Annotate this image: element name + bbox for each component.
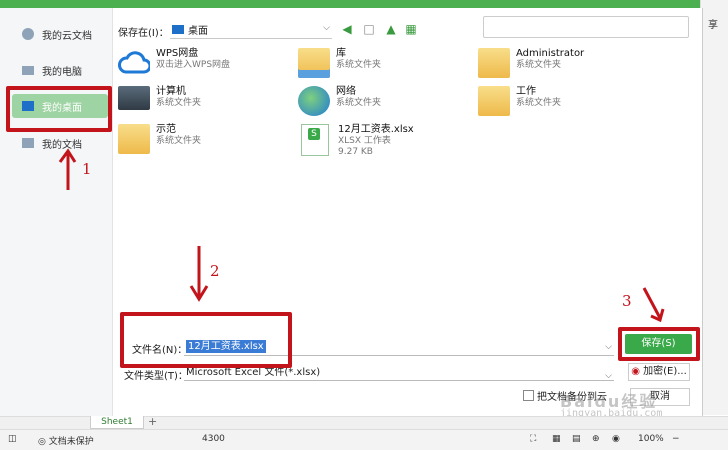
search-input[interactable] <box>483 16 689 38</box>
file-name: Administrator <box>516 48 585 59</box>
file-desc: 系统文件夹 <box>516 98 562 108</box>
cloud-doc-icon <box>22 28 34 40</box>
file-item-network[interactable]: 网络 系统文件夹 <box>298 86 381 116</box>
location-value: 桌面 <box>188 25 208 37</box>
file-name: WPS网盘 <box>156 48 199 59</box>
desktop-icon <box>172 24 184 34</box>
fullscreen-icon[interactable]: ⛶ <box>530 434 536 444</box>
add-sheet-icon[interactable]: + <box>148 415 157 428</box>
file-item-library[interactable]: 库系统文件夹 <box>298 48 381 78</box>
back-icon[interactable]: ◀ <box>340 22 354 36</box>
arrow-3-icon <box>642 287 665 323</box>
up-folder-icon[interactable]: ▲ <box>384 22 398 36</box>
share-label[interactable]: 享 <box>708 16 718 31</box>
zoom-out-icon[interactable]: − <box>672 434 680 444</box>
library-folder-icon <box>298 48 330 78</box>
highlight-filename <box>120 312 292 368</box>
spreadsheet-icon: S <box>301 124 329 156</box>
arrow-2-icon <box>189 246 209 302</box>
file-desc: 系统文件夹 <box>336 60 382 70</box>
folder-icon <box>118 124 150 154</box>
highlight-desktop <box>6 86 112 132</box>
encrypt-button[interactable]: ◉ 加密(E)... <box>628 363 690 381</box>
status-value: 4300 <box>202 434 225 444</box>
file-desc: 系统文件夹 <box>156 136 202 146</box>
chevron-down-icon: ⌵ <box>605 371 612 381</box>
annotation-number-1: 1 <box>82 160 92 178</box>
status-bar: ◫ ◎ 文档未保护 4300 ⛶ ▦ ▤ ⊕ ◉ 100% − <box>0 429 728 450</box>
view-menu-icon[interactable]: ▦ <box>404 22 418 36</box>
eye-icon[interactable]: ◉ <box>612 434 620 444</box>
network-icon <box>298 86 330 116</box>
shield-icon: ◎ <box>38 437 46 447</box>
file-desc: 系统文件夹 <box>516 60 562 70</box>
sheet-tab-sheet1[interactable]: Sheet1 <box>90 416 144 429</box>
file-item-administrator[interactable]: Administrator 系统文件夹 <box>478 48 584 78</box>
file-name: 工作 <box>516 86 536 97</box>
file-name: 网络 <box>336 86 356 97</box>
chevron-down-icon: ⌵ <box>323 23 330 33</box>
zoom-level[interactable]: 100% <box>638 434 664 444</box>
computer-icon <box>22 65 34 75</box>
encrypt-label: 加密(E)... <box>643 366 687 377</box>
file-desc: XLSX 工作表 <box>338 136 391 146</box>
file-name: 库 <box>336 48 346 59</box>
sidebar-item-label: 我的电脑 <box>42 66 82 78</box>
file-desc: 双击进入WPS网盘 <box>156 60 231 70</box>
file-size: 9.27 KB <box>338 147 373 157</box>
file-item-work[interactable]: 工作 系统文件夹 <box>478 86 561 116</box>
filetype-value: Microsoft Excel 文件(*.xlsx) <box>186 367 321 378</box>
document-icon <box>22 138 34 148</box>
file-item-salary-xlsx[interactable]: S 12月工资表.xlsx XLSX 工作表 9.27 KB <box>298 124 414 158</box>
annotation-number-2: 2 <box>210 262 220 280</box>
folder-icon <box>478 86 510 116</box>
page-break-icon[interactable]: ⊕ <box>592 434 600 444</box>
location-dropdown[interactable]: 桌面 ⌵ <box>170 20 332 39</box>
normal-view-icon[interactable]: ▦ <box>552 434 561 444</box>
layout-icon[interactable]: ◫ <box>8 434 17 444</box>
sidebar-item-label: 我的云文档 <box>42 30 92 42</box>
file-desc: 系统文件夹 <box>336 98 382 108</box>
filetype-label: 文件类型(T)： <box>124 371 188 382</box>
chevron-down-icon[interactable]: ⌵ <box>605 342 612 352</box>
checkbox-box[interactable] <box>523 390 534 401</box>
sidebar-item-cloud-docs[interactable]: 我的云文档 <box>12 22 108 46</box>
title-bar <box>0 0 728 8</box>
protect-label: 文档未保护 <box>48 437 94 447</box>
annotation-number-3: 3 <box>622 292 632 310</box>
protect-status[interactable]: ◎ 文档未保护 <box>38 434 94 447</box>
new-folder-icon[interactable]: □ <box>362 22 376 36</box>
arrow-1-icon <box>58 148 77 190</box>
file-item-demo[interactable]: 示范 系统文件夹 <box>118 124 201 154</box>
page-layout-icon[interactable]: ▤ <box>572 434 581 444</box>
cloud-icon <box>118 51 150 74</box>
sidebar-item-my-computer[interactable]: 我的电脑 <box>12 58 108 82</box>
file-desc: 系统文件夹 <box>156 98 202 108</box>
file-name: 12月工资表.xlsx <box>338 124 414 135</box>
file-item-computer[interactable]: 计算机 系统文件夹 <box>118 86 201 110</box>
file-name: 示范 <box>156 124 176 135</box>
highlight-save <box>618 327 700 361</box>
file-name: 计算机 <box>156 86 186 97</box>
background-app-strip <box>700 0 728 415</box>
folder-icon <box>478 48 510 78</box>
computer-icon <box>118 86 150 110</box>
save-in-label: 保存在(I)： <box>118 28 169 39</box>
shield-icon: ◉ <box>631 366 640 377</box>
file-item-wps-cloud[interactable]: WPS网盘 双击进入WPS网盘 <box>118 48 230 78</box>
